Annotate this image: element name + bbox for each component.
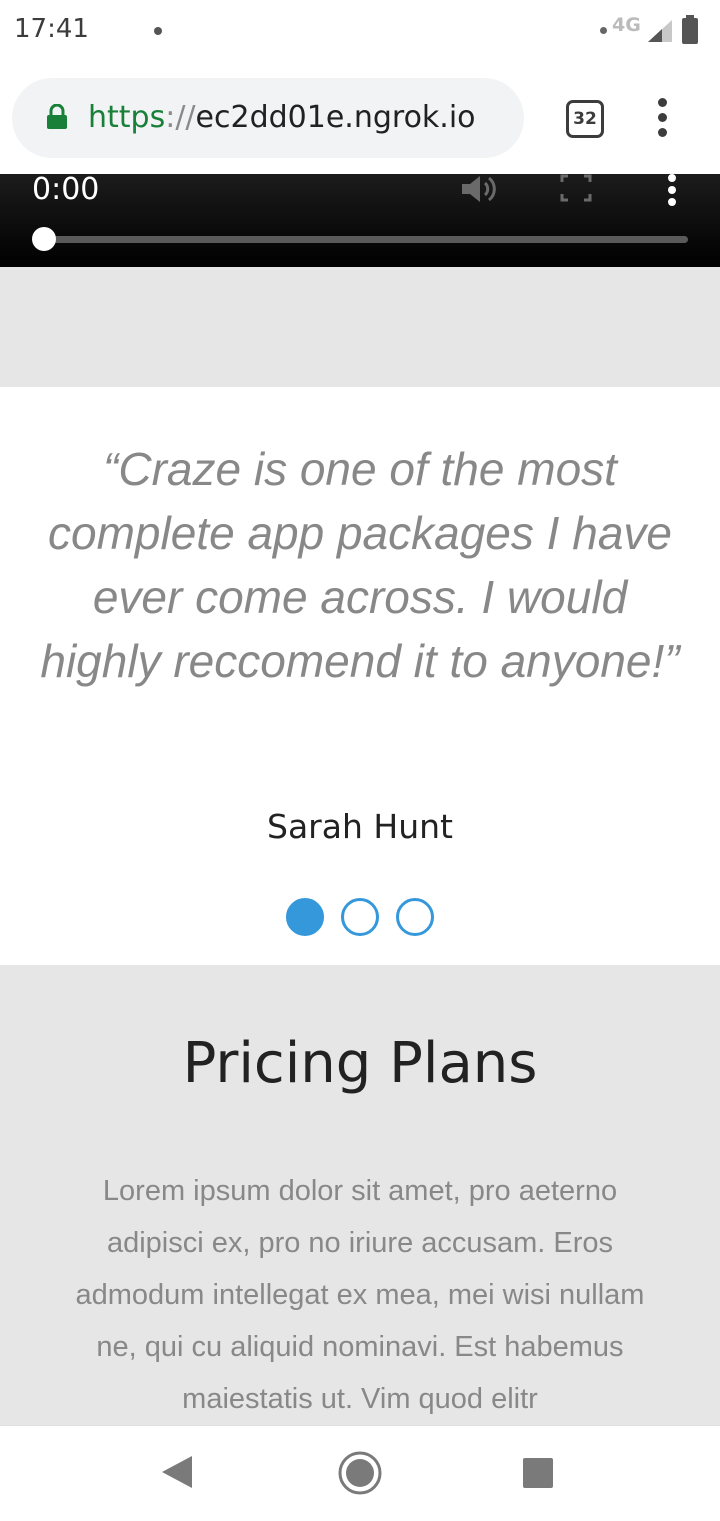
fullscreen-icon[interactable] (560, 174, 592, 202)
url-separator: :// (165, 100, 196, 135)
video-seek-bar[interactable] (44, 236, 688, 243)
network-type: 4G (612, 14, 641, 36)
home-icon[interactable] (337, 1450, 383, 1496)
pricing-section: Pricing Plans Lorem ipsum dolor sit amet… (0, 965, 720, 1425)
browser-toolbar: https://ec2dd01e.ngrok.io 32 (0, 64, 720, 174)
video-seek-thumb[interactable] (32, 227, 56, 251)
dot-icon (658, 98, 667, 107)
status-bar: 17:41 4G (0, 0, 720, 64)
video-more-options-icon[interactable] (666, 174, 678, 208)
status-time: 17:41 (14, 14, 89, 44)
pricing-description: Lorem ipsum dolor sit amet, pro aeterno … (75, 1175, 645, 1415)
url-text: https://ec2dd01e.ngrok.io (88, 100, 476, 135)
testimonial-quote: “Craze is one of the most complete app p… (40, 443, 680, 687)
dot-icon (658, 128, 667, 137)
video-player-controls: 0:00 (0, 172, 720, 267)
section-spacer (0, 267, 720, 387)
battery-icon (682, 15, 698, 44)
pricing-title: Pricing Plans (182, 1031, 538, 1096)
address-bar[interactable]: https://ec2dd01e.ngrok.io (12, 78, 524, 158)
system-nav-bar (0, 1425, 720, 1521)
carousel-dot[interactable] (286, 898, 324, 936)
testimonial-section: “Craze is one of the most complete app p… (0, 387, 720, 965)
recents-icon[interactable] (523, 1458, 553, 1488)
volume-icon[interactable] (460, 174, 500, 204)
testimonial-author: Sarah Hunt (267, 807, 453, 846)
carousel-dot[interactable] (341, 898, 379, 936)
notification-dot-icon (600, 27, 607, 34)
back-icon[interactable] (160, 1454, 194, 1490)
dot-icon (668, 186, 676, 194)
url-host: ec2dd01e.ngrok.io (195, 100, 476, 135)
dot-icon (668, 174, 676, 182)
carousel-indicators (0, 898, 720, 938)
lock-icon (47, 104, 67, 129)
carousel-dot[interactable] (396, 898, 434, 936)
video-current-time: 0:00 (32, 172, 100, 207)
signal-icon (648, 20, 672, 42)
tab-switcher-button[interactable]: 32 (566, 100, 604, 138)
dot-icon (658, 113, 667, 122)
url-scheme: https (88, 100, 166, 135)
dot-icon (668, 198, 676, 206)
notification-dot-icon (154, 27, 162, 35)
browser-menu-button[interactable] (650, 98, 676, 138)
